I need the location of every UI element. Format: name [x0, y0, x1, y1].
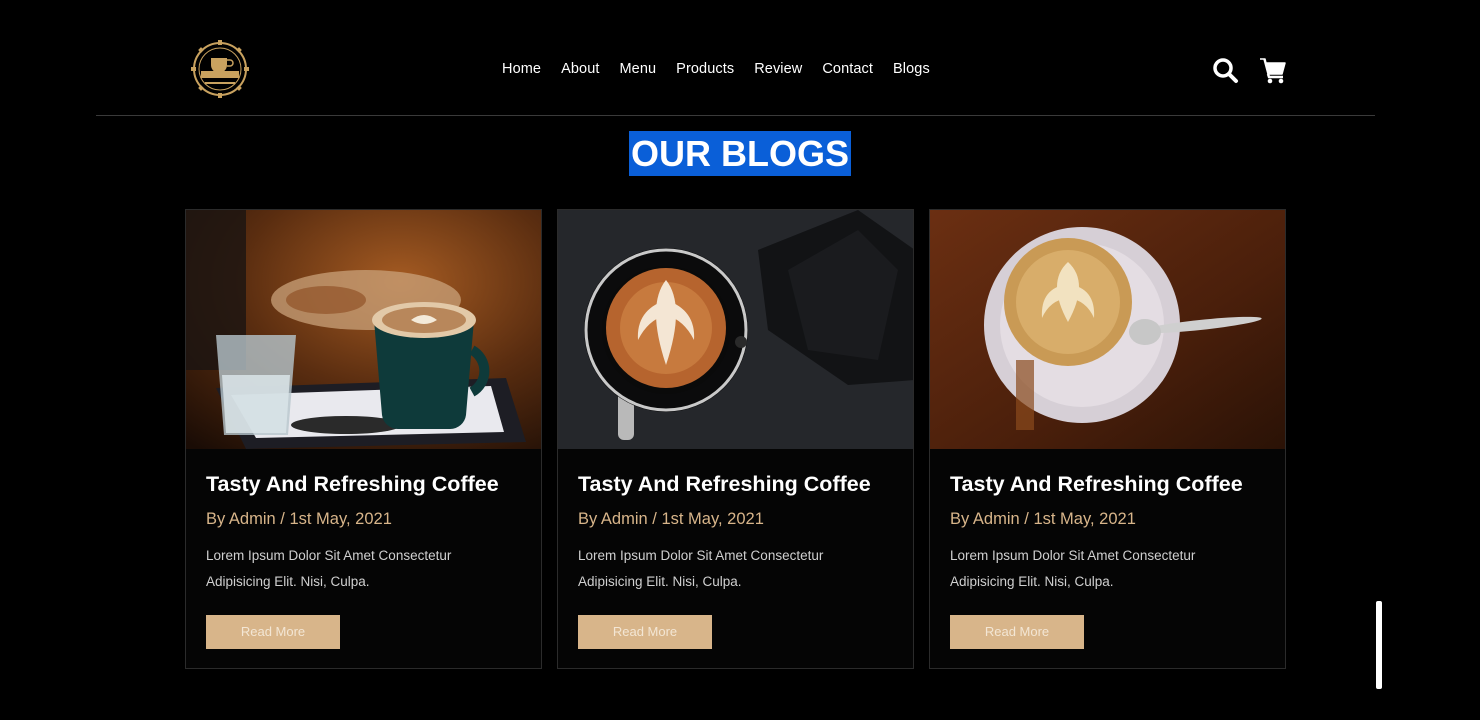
blog-card-body: Tasty And Refreshing Coffee By Admin / 1…	[930, 449, 1285, 649]
latte-with-water-glass-image	[186, 210, 541, 449]
page: Home About Menu Products Review Contact …	[0, 0, 1480, 720]
read-more-button[interactable]: Read More	[950, 615, 1084, 649]
blog-card-title[interactable]: Tasty And Refreshing Coffee	[950, 471, 1265, 497]
blog-card-body: Tasty And Refreshing Coffee By Admin / 1…	[558, 449, 913, 649]
coffee-logo-icon[interactable]	[184, 38, 256, 100]
blog-card-meta: By Admin / 1st May, 2021	[578, 510, 764, 528]
blog-card-title[interactable]: Tasty And Refreshing Coffee	[578, 471, 893, 497]
cappuccino-saucer-spoon-image	[930, 210, 1285, 449]
blogs-heading-wrap: OUR BLOGS	[0, 131, 1480, 176]
blog-cards: Tasty And Refreshing Coffee By Admin / 1…	[185, 209, 1286, 669]
nav-menu[interactable]: Menu	[620, 61, 657, 77]
shopping-cart-icon[interactable]	[1259, 56, 1287, 84]
blog-card-text: Lorem Ipsum Dolor Sit Amet Consectetur A…	[206, 548, 452, 589]
nav-review[interactable]: Review	[754, 61, 802, 77]
blog-card-meta: By Admin / 1st May, 2021	[950, 510, 1136, 528]
blogs-heading: OUR BLOGS	[628, 131, 851, 176]
scrollbar-thumb[interactable]	[1376, 601, 1382, 689]
latte-art-top-view-image	[558, 210, 913, 449]
main-nav: Home About Menu Products Review Contact …	[502, 61, 930, 77]
blog-card-title[interactable]: Tasty And Refreshing Coffee	[206, 471, 521, 497]
search-icon[interactable]	[1211, 56, 1239, 84]
blog-card: Tasty And Refreshing Coffee By Admin / 1…	[557, 209, 914, 669]
nav-about[interactable]: About	[561, 61, 599, 77]
site-header: Home About Menu Products Review Contact …	[96, 30, 1375, 116]
nav-products[interactable]: Products	[676, 61, 734, 77]
blog-card: Tasty And Refreshing Coffee By Admin / 1…	[185, 209, 542, 669]
nav-contact[interactable]: Contact	[822, 61, 873, 77]
blog-card-text: Lorem Ipsum Dolor Sit Amet Consectetur A…	[950, 548, 1196, 589]
blog-card-text: Lorem Ipsum Dolor Sit Amet Consectetur A…	[578, 548, 824, 589]
nav-blogs[interactable]: Blogs	[893, 61, 930, 77]
read-more-button[interactable]: Read More	[578, 615, 712, 649]
blog-card-meta: By Admin / 1st May, 2021	[206, 510, 392, 528]
read-more-button[interactable]: Read More	[206, 615, 340, 649]
nav-home[interactable]: Home	[502, 61, 541, 77]
blog-card-body: Tasty And Refreshing Coffee By Admin / 1…	[186, 449, 541, 649]
header-actions	[1211, 56, 1287, 84]
blog-card: Tasty And Refreshing Coffee By Admin / 1…	[929, 209, 1286, 669]
